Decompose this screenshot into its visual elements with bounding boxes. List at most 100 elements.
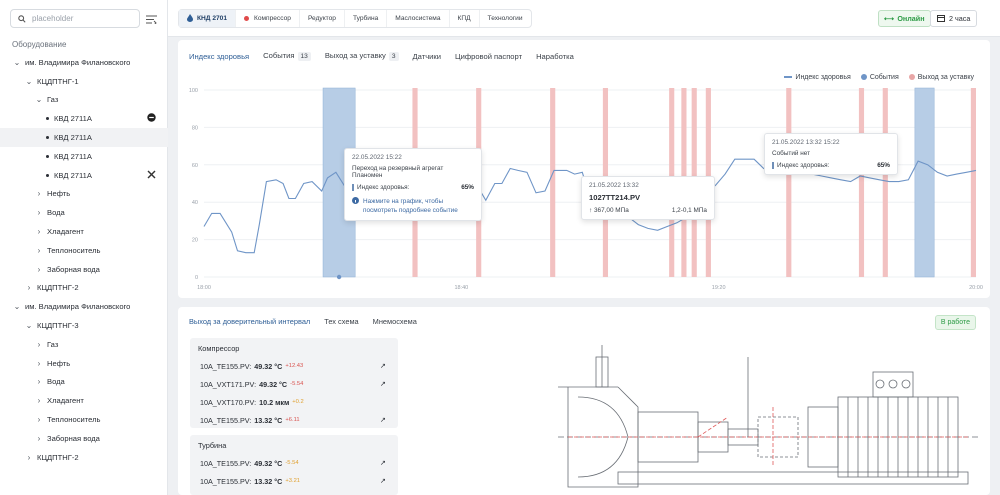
search-input[interactable] xyxy=(32,14,132,23)
search-box[interactable] xyxy=(10,9,140,28)
tab-tech-scheme[interactable]: Тех схема xyxy=(324,317,358,326)
out-of-range-band xyxy=(858,88,865,277)
tooltip-hint[interactable]: Нажмите на график, чтобы посмотреть подро… xyxy=(352,197,474,215)
y-tick-label: 40 xyxy=(192,200,198,206)
chevron-right-icon[interactable]: › xyxy=(34,208,44,217)
tree-node[interactable]: › Вода xyxy=(0,203,168,222)
group-title: Турбина xyxy=(198,441,227,450)
chevron-down-icon[interactable]: ⌄ xyxy=(12,302,22,311)
status-badge: В работе xyxy=(934,315,976,330)
tooltip-reading: ↑ 367,00 МПа xyxy=(589,207,629,214)
tab-technologies[interactable]: Технологии xyxy=(480,10,531,27)
tree-node-label: КЦДПТНГ-2 xyxy=(37,283,79,293)
sensor-group-compressor: Компрессор 10A_TE155.PV: 49.32 °C +12.43 ↗ … xyxy=(190,338,398,428)
tree-node[interactable]: ⌄ КЦДПТНГ-1 xyxy=(0,72,168,91)
external-link-icon[interactable]: ↗ xyxy=(380,415,386,424)
tab-knd[interactable]: КНД 2701 xyxy=(179,10,236,27)
tab-label: Технологии xyxy=(487,15,523,22)
tree-leaf[interactable]: КВД 2711А xyxy=(0,109,168,128)
minus-circle-icon[interactable] xyxy=(147,113,156,124)
tree-leaf[interactable]: КВД 2711А xyxy=(0,166,168,185)
external-link-icon[interactable]: ↗ xyxy=(380,361,386,370)
tree-node[interactable]: ⌄ им. Владимира Филановского xyxy=(0,53,168,72)
tree-node[interactable]: ⌄ им. Владимира Филановского xyxy=(0,297,168,316)
tab-efficiency[interactable]: КПД xyxy=(450,10,480,27)
tree-node-label: Вода xyxy=(47,208,65,218)
tree-leaf[interactable]: КВД 2711А xyxy=(0,147,168,166)
tree-node[interactable]: › Хладагент xyxy=(0,391,168,410)
tree-node[interactable]: › Теплоноситель xyxy=(0,410,168,429)
tab-oil-system[interactable]: Маслосистема xyxy=(387,10,450,27)
tree-node-label: Газ xyxy=(47,95,59,105)
tree-node[interactable]: › Заборная вода xyxy=(0,260,168,279)
x-tick-label: 18:40 xyxy=(454,285,468,291)
external-link-icon[interactable]: ↗ xyxy=(380,379,386,388)
tooltip-date: 22.05.2022 15:22 xyxy=(352,154,402,161)
tooltip-label: Индекс здоровья: xyxy=(352,184,409,191)
chevron-down-icon[interactable]: ⌄ xyxy=(24,77,34,86)
chevron-right-icon[interactable]: › xyxy=(34,340,44,349)
online-label: Онлайн xyxy=(897,14,925,23)
chevron-down-icon[interactable]: ⌄ xyxy=(34,95,44,104)
tab-label: КНД 2701 xyxy=(197,15,227,22)
online-toggle[interactable]: ⟷ Онлайн xyxy=(878,10,931,27)
sensor-row: 10A_VXT170.PV: 10.2 мкм +0.2 xyxy=(200,397,304,407)
tree-node[interactable]: › Вода xyxy=(0,373,168,392)
tooltip-value: 65% xyxy=(461,184,474,191)
tab-label: КПД xyxy=(457,15,471,22)
tree-leaf-selected[interactable]: КВД 2711А xyxy=(0,128,168,147)
event-band xyxy=(914,87,935,278)
chevron-right-icon[interactable]: › xyxy=(24,283,34,292)
event-marker xyxy=(336,274,342,280)
group-title: Компрессор xyxy=(198,344,240,353)
equipment-topbar: КНД 2701 Компрессор Редуктор Турбина Мас… xyxy=(168,0,1000,37)
tree-node[interactable]: › Нефть xyxy=(0,354,168,373)
tree-title: Оборудование xyxy=(12,40,67,49)
chevron-right-icon[interactable]: › xyxy=(34,227,44,236)
tree-node[interactable]: ⌄ Газ xyxy=(0,91,168,110)
chevron-right-icon[interactable]: › xyxy=(34,434,44,443)
chevron-right-icon[interactable]: › xyxy=(34,265,44,274)
tree-node-label: Хладагент xyxy=(47,227,84,237)
tree-node[interactable]: › КЦДПТНГ-2 xyxy=(0,279,168,298)
tree-node[interactable]: › Заборная вода xyxy=(0,429,168,448)
external-link-icon[interactable]: ↗ xyxy=(380,458,386,467)
tree-node[interactable]: › КЦДПТНГ-2 xyxy=(0,448,168,467)
details-tabs: Выход за доверительный интервал Тех схем… xyxy=(189,317,417,326)
period-select[interactable]: 2 часа xyxy=(930,10,978,27)
chevron-right-icon[interactable]: › xyxy=(34,359,44,368)
chevron-right-icon[interactable]: › xyxy=(34,377,44,386)
external-link-icon[interactable]: ↗ xyxy=(380,476,386,485)
tree-node[interactable]: › Нефть xyxy=(0,185,168,204)
sensor-row: 10A_TE155.PV: 13.32 °C +6.11 ↗ xyxy=(200,415,386,425)
tree-node-label: КЦДПТНГ-3 xyxy=(37,321,79,331)
chevron-right-icon[interactable]: › xyxy=(34,246,44,255)
tree-node[interactable]: › Газ xyxy=(0,335,168,354)
tab-confidence[interactable]: Выход за доверительный интервал xyxy=(189,317,310,326)
calendar-icon xyxy=(937,14,945,24)
chevron-right-icon[interactable]: › xyxy=(34,189,44,198)
x-tick-label: 19:20 xyxy=(712,285,726,291)
equipment-sidebar: Оборудование ⌄им. Владимира Филановского… xyxy=(0,0,168,495)
tools-icon[interactable] xyxy=(147,170,156,181)
tree-node-label: КЦДПТНГ-1 xyxy=(37,76,79,86)
tooltip-value: 65% xyxy=(877,162,890,169)
tab-reducer[interactable]: Редуктор xyxy=(300,10,345,27)
tab-compressor[interactable]: Компрессор xyxy=(236,10,300,27)
tree-node[interactable]: ⌄ КЦДПТНГ-3 xyxy=(0,316,168,335)
tree-node[interactable]: › Хладагент xyxy=(0,222,168,241)
tree-node-label: Теплоноситель xyxy=(47,245,101,255)
chevron-right-icon[interactable]: › xyxy=(24,453,34,462)
chevron-right-icon[interactable]: › xyxy=(34,396,44,405)
chevron-down-icon[interactable]: ⌄ xyxy=(12,58,22,67)
bullet-icon xyxy=(46,173,49,177)
chevron-down-icon[interactable]: ⌄ xyxy=(24,321,34,330)
tab-mnemonic[interactable]: Мнемосхема xyxy=(373,317,417,326)
chevron-right-icon[interactable]: › xyxy=(34,415,44,424)
filter-icon[interactable] xyxy=(144,12,158,26)
tooltip-label: Индекс здоровья: xyxy=(772,162,829,169)
tab-turbine[interactable]: Турбина xyxy=(345,10,388,27)
tooltip-date: 21.05.2022 13:32 xyxy=(589,182,639,189)
tab-label: Маслосистема xyxy=(395,15,441,22)
tree-node[interactable]: › Теплоноситель xyxy=(0,241,168,260)
